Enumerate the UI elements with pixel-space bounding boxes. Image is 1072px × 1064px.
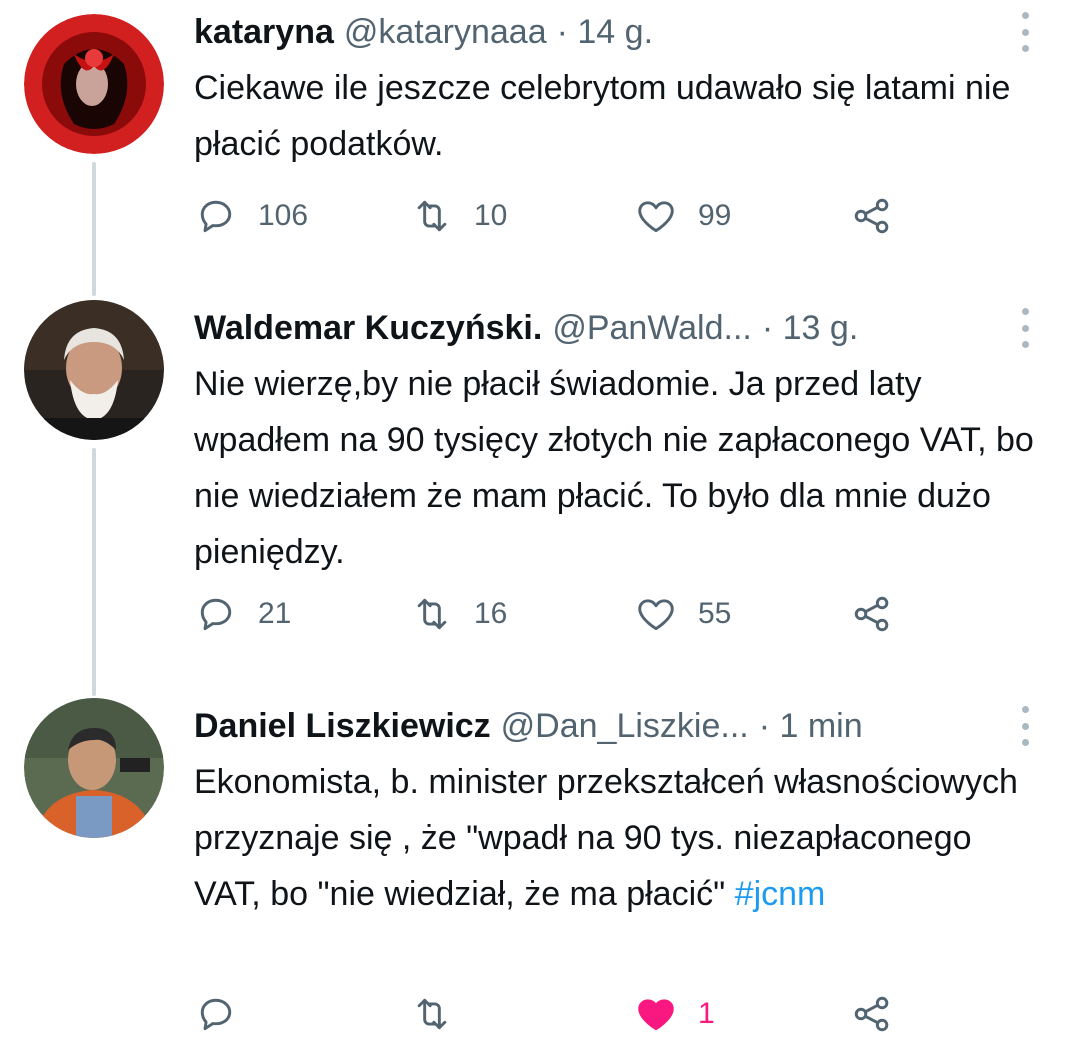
like-icon bbox=[634, 592, 678, 636]
avatar[interactable] bbox=[24, 300, 164, 440]
reply-count: 106 bbox=[258, 199, 309, 232]
share-icon bbox=[850, 992, 894, 1036]
like-icon bbox=[634, 992, 678, 1036]
timestamp[interactable]: · 1 min bbox=[759, 704, 863, 748]
tweet-header: Waldemar Kuczyński. @PanWald... · 13 g. bbox=[194, 306, 992, 350]
tweet-actions: 106 10 99 bbox=[194, 186, 914, 246]
reply-button[interactable]: 21 bbox=[194, 584, 291, 644]
retweet-count: 10 bbox=[474, 199, 508, 232]
user-handle[interactable]: @katarynaaa bbox=[344, 10, 547, 54]
timestamp[interactable]: · 14 g. bbox=[557, 10, 653, 54]
share-button[interactable] bbox=[850, 186, 894, 246]
reply-icon bbox=[194, 194, 238, 238]
display-name[interactable]: Waldemar Kuczyński. bbox=[194, 306, 542, 350]
tweet[interactable]: kataryna @katarynaaa · 14 g. Ciekawe ile… bbox=[0, 0, 1072, 270]
tweet[interactable]: Daniel Liszkiewicz @Dan_Liszkie... · 1 m… bbox=[0, 694, 1072, 1064]
share-button[interactable] bbox=[850, 984, 894, 1044]
like-icon bbox=[634, 194, 678, 238]
retweet-count: 16 bbox=[474, 597, 508, 630]
retweet-button[interactable]: 16 bbox=[410, 584, 507, 644]
user-handle[interactable]: @Dan_Liszkie... bbox=[501, 704, 749, 748]
share-button[interactable] bbox=[850, 584, 894, 644]
display-name[interactable]: kataryna bbox=[194, 10, 334, 54]
like-button[interactable]: 55 bbox=[634, 584, 731, 644]
share-icon bbox=[850, 592, 894, 636]
retweet-icon bbox=[410, 992, 454, 1036]
display-name[interactable]: Daniel Liszkiewicz bbox=[194, 704, 491, 748]
like-button[interactable]: 99 bbox=[634, 186, 731, 246]
retweet-icon bbox=[410, 194, 454, 238]
tweet-actions: 1 bbox=[194, 984, 914, 1044]
tweet-actions: 21 16 55 bbox=[194, 584, 914, 644]
reply-icon bbox=[194, 592, 238, 636]
like-count: 99 bbox=[698, 199, 732, 232]
reply-button[interactable] bbox=[194, 984, 258, 1044]
reply-icon bbox=[194, 992, 238, 1036]
tweet[interactable]: Waldemar Kuczyński. @PanWald... · 13 g. … bbox=[0, 296, 1072, 676]
tweet-header: Daniel Liszkiewicz @Dan_Liszkie... · 1 m… bbox=[194, 704, 992, 748]
like-count: 55 bbox=[698, 597, 732, 630]
retweet-icon bbox=[410, 592, 454, 636]
reply-count: 21 bbox=[258, 597, 292, 630]
like-count: 1 bbox=[698, 997, 715, 1030]
tweet-body: Ekonomista, b. minister przekształceń wł… bbox=[194, 763, 1018, 913]
retweet-button[interactable] bbox=[410, 984, 474, 1044]
tweet-text: Ekonomista, b. minister przekształceń wł… bbox=[194, 754, 1042, 922]
tweet-header: kataryna @katarynaaa · 14 g. bbox=[194, 10, 992, 54]
retweet-button[interactable]: 10 bbox=[410, 186, 507, 246]
more-options-icon[interactable] bbox=[1018, 308, 1032, 348]
share-icon bbox=[850, 194, 894, 238]
avatar[interactable] bbox=[24, 698, 164, 838]
more-options-icon[interactable] bbox=[1018, 12, 1032, 52]
reply-button[interactable]: 106 bbox=[194, 186, 308, 246]
tweet-body: Ciekawe ile jeszcze celebrytom udawało s… bbox=[194, 69, 1011, 163]
hashtag-link[interactable]: #jcnm bbox=[735, 875, 826, 913]
tweet-text: Ciekawe ile jeszcze celebrytom udawało s… bbox=[194, 60, 1042, 172]
more-options-icon[interactable] bbox=[1018, 706, 1032, 746]
tweet-body: Nie wierzę,by nie płacił świadomie. Ja p… bbox=[194, 365, 1034, 571]
tweet-text: Nie wierzę,by nie płacił świadomie. Ja p… bbox=[194, 356, 1042, 580]
timestamp[interactable]: · 13 g. bbox=[762, 306, 858, 350]
user-handle[interactable]: @PanWald... bbox=[552, 306, 752, 350]
like-button[interactable]: 1 bbox=[634, 984, 715, 1044]
avatar[interactable] bbox=[24, 14, 164, 154]
